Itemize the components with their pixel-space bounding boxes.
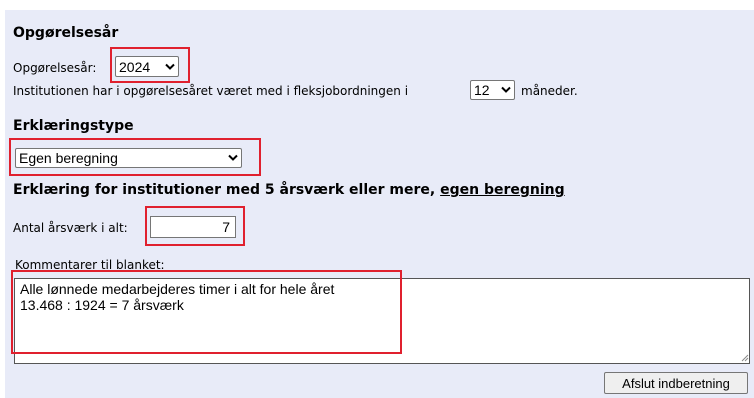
section-heading-erklaering: Erklæring for institutioner med 5 årsvær… [13, 182, 565, 198]
months-select-value: 12 [474, 82, 490, 98]
months-suffix-text: måneder. [521, 84, 578, 98]
chevron-down-icon [501, 86, 511, 93]
months-select[interactable]: 12 [470, 80, 515, 100]
year-label: Opgørelsesår: [13, 61, 97, 75]
highlight-type [9, 138, 261, 176]
highlight-year [110, 47, 190, 83]
section-heading-opgoerelsesaar: Opgørelsesår [13, 25, 119, 41]
section-heading-erklaeringstype: Erklæringstype [13, 118, 134, 134]
highlight-comment [11, 270, 402, 354]
months-prefix-text: Institutionen har i opgørelsesåret været… [13, 84, 409, 98]
aarsvaerk-label: Antal årsværk i alt: [13, 221, 128, 235]
highlight-aarsvaerk [145, 206, 245, 246]
erklaering-heading-text: Erklæring for institutioner med 5 årsvær… [13, 182, 441, 198]
resize-handle-icon[interactable] [741, 354, 749, 362]
afslut-indberetning-button[interactable]: Afslut indberetning [604, 372, 748, 394]
egen-beregning-link[interactable]: egen beregning [440, 182, 565, 198]
